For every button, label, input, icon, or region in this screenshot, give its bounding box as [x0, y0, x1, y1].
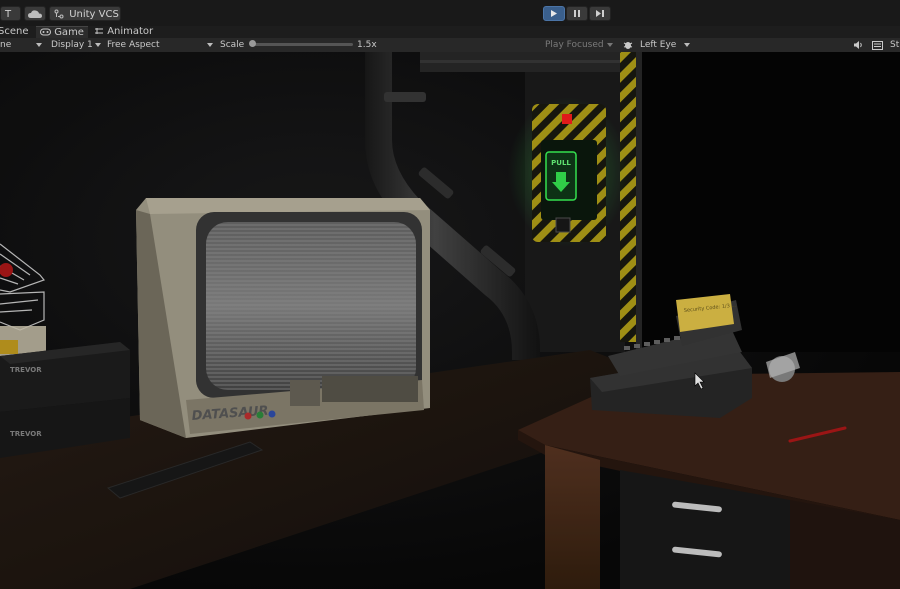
tab-game-label: Game: [54, 27, 84, 38]
step-icon: [596, 10, 604, 17]
tab-game[interactable]: Game: [36, 26, 88, 38]
account-label: T: [5, 9, 12, 20]
cloud-button[interactable]: [24, 6, 46, 21]
chevron-down-icon: [684, 43, 690, 47]
aspect-dropdown[interactable]: Free Aspect: [107, 39, 215, 51]
scene-render: PULL TREVOR TREVOR DATASAUR Security Cod…: [0, 52, 900, 589]
tab-animator-label: Animator: [107, 26, 154, 37]
game-mode-label: ne: [0, 40, 12, 50]
eye-label: Left Eye: [640, 40, 677, 50]
chevron-down-icon: [607, 43, 613, 47]
cloud-icon: [28, 9, 42, 18]
tab-scene[interactable]: Scene: [0, 26, 38, 38]
stats-button[interactable]: St: [890, 39, 899, 51]
step-button[interactable]: [589, 6, 611, 21]
pause-icon: [574, 10, 580, 17]
game-view-toolbar: ne Display 1 Free Aspect Scale 1.5x Play…: [0, 38, 900, 53]
tab-scene-label: Scene: [0, 26, 29, 37]
chevron-down-icon: [207, 43, 213, 47]
aspect-label: Free Aspect: [107, 40, 160, 50]
game-mode-dropdown[interactable]: ne: [0, 39, 44, 51]
vcs-branch-icon: [54, 9, 64, 19]
game-icon: [40, 28, 51, 36]
tab-animator[interactable]: Animator: [94, 26, 154, 38]
display-label: Display 1: [51, 40, 93, 50]
play-focused-dropdown[interactable]: Play Focused: [545, 39, 615, 51]
chevron-down-icon: [95, 43, 101, 47]
bug-icon[interactable]: [623, 40, 633, 50]
scale-label: Scale: [220, 40, 245, 50]
view-tabs: Scene Game Animator: [0, 26, 900, 38]
chevron-down-icon: [36, 43, 42, 47]
play-focused-label: Play Focused: [545, 40, 604, 50]
game-viewport[interactable]: PULL TREVOR TREVOR DATASAUR Security Cod…: [0, 52, 900, 589]
scale-slider[interactable]: [249, 40, 353, 47]
eye-dropdown[interactable]: Left Eye: [640, 39, 692, 51]
account-dropdown[interactable]: T: [0, 6, 21, 31]
scale-value: 1.5x: [357, 40, 377, 50]
scale-slider-thumb[interactable]: [249, 40, 256, 47]
animator-icon: [95, 28, 103, 34]
audio-icon[interactable]: [853, 40, 863, 50]
gizmos-icon[interactable]: [872, 41, 883, 50]
play-icon: [551, 10, 557, 17]
display-dropdown[interactable]: Display 1: [51, 39, 103, 51]
vcs-label: Unity VCS: [69, 9, 119, 20]
play-button[interactable]: [543, 6, 565, 21]
main-toolbar: T Unity VCS: [0, 0, 900, 31]
vcs-dropdown[interactable]: Unity VCS: [49, 6, 121, 31]
pause-button[interactable]: [566, 6, 588, 21]
